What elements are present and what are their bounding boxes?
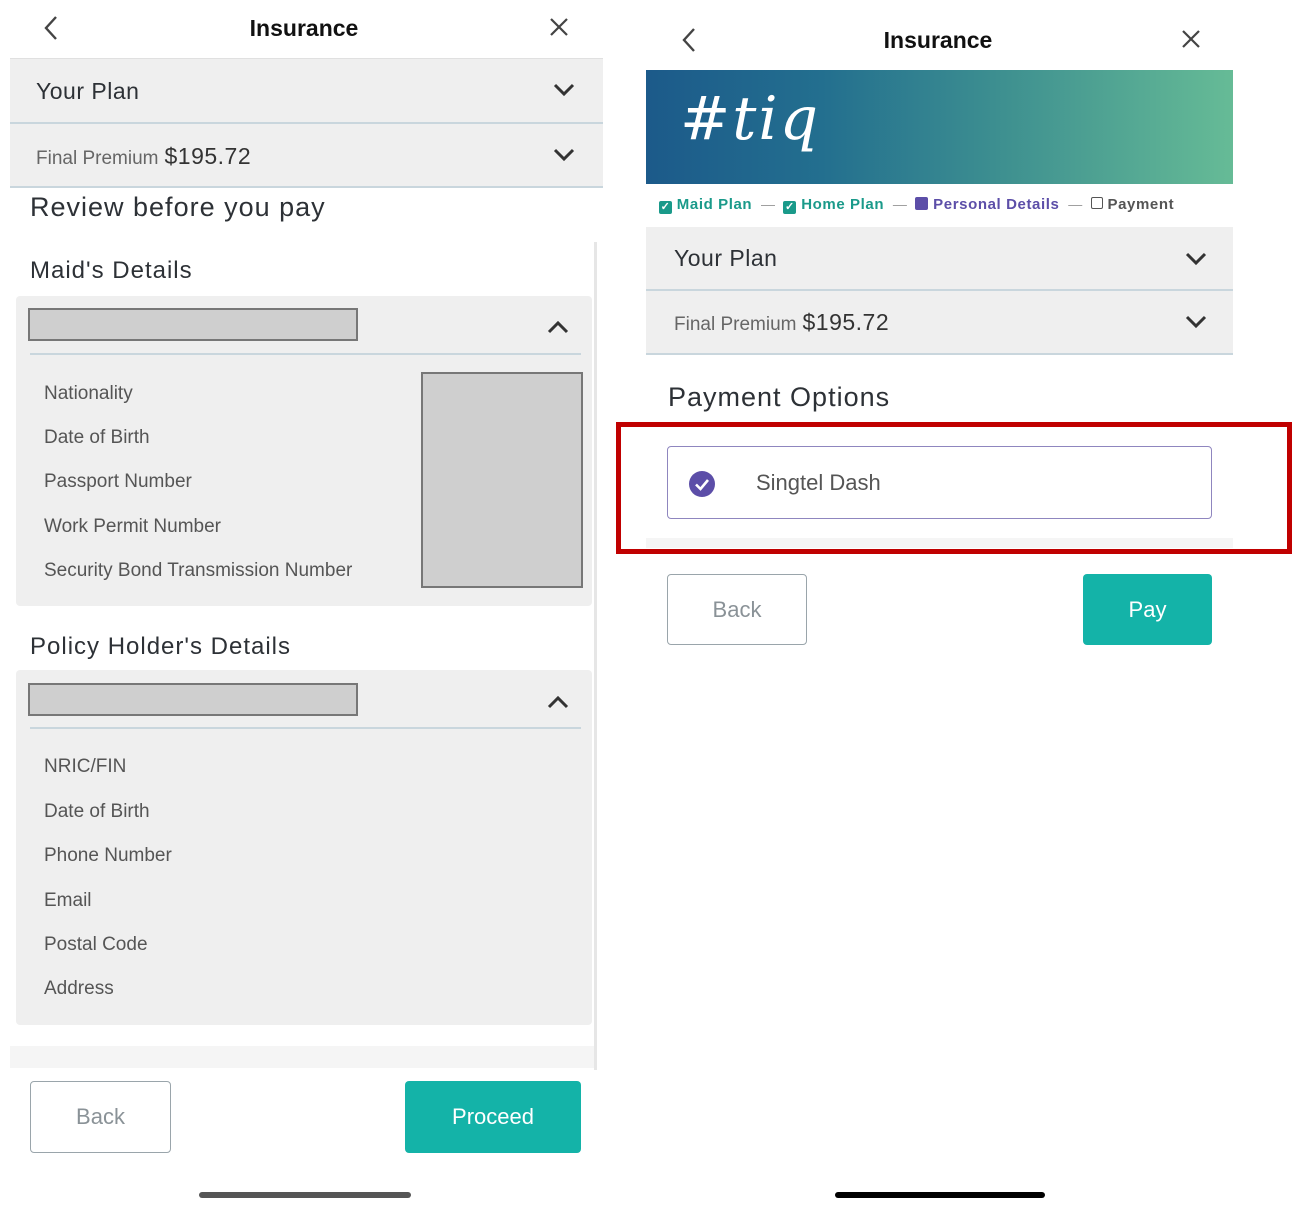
chevron-down-icon (553, 148, 575, 167)
field-email: Email (44, 890, 92, 911)
your-plan-dropdown[interactable]: Your Plan (10, 58, 603, 124)
scrollbar[interactable] (594, 242, 597, 1070)
divider (30, 727, 581, 729)
proceed-button[interactable]: Proceed (405, 1081, 581, 1153)
redacted-name (28, 308, 358, 341)
selected-check-icon (689, 471, 715, 502)
payment-option-singtel-dash[interactable]: Singtel Dash (667, 446, 1212, 519)
step-maid-plan: ✓ Maid Plan (659, 196, 757, 214)
tiq-logo: #tiq (680, 84, 820, 154)
step-label: Personal Details (933, 196, 1060, 213)
field-nric-fin: NRIC/FIN (44, 756, 127, 777)
chevron-down-icon (553, 83, 575, 102)
home-indicator (835, 1192, 1045, 1198)
field-date-of-birth: Date of Birth (44, 427, 150, 448)
field-phone-number: Phone Number (44, 845, 172, 866)
footer-separator (10, 1046, 594, 1068)
final-premium-label: Final Premium (674, 314, 797, 335)
final-premium-value: $195.72 (802, 309, 890, 335)
payment-section-bg (646, 538, 1233, 548)
empty-box-icon (1090, 197, 1103, 209)
filled-box-icon (915, 197, 929, 210)
field-security-bond-number: Security Bond Transmission Number (44, 560, 353, 581)
chevron-down-icon (1185, 315, 1207, 334)
page-title: Insurance (249, 15, 359, 41)
field-postal-code: Postal Code (44, 934, 148, 955)
field-address: Address (44, 978, 114, 999)
step-label: Payment (1107, 196, 1175, 213)
field-date-of-birth: Date of Birth (44, 801, 150, 822)
redacted-name (28, 683, 358, 716)
your-plan-label: Your Plan (674, 245, 778, 271)
progress-stepper: ✓ Maid Plan — ✓ Home Plan — Personal Det… (659, 196, 1229, 216)
step-payment: Payment (1090, 196, 1175, 213)
redacted-photo (421, 372, 583, 588)
final-premium-dropdown[interactable]: Final Premium $195.72 (10, 124, 603, 188)
payment-options-heading: Payment Options (668, 382, 891, 412)
review-heading: Review before you pay (30, 192, 326, 222)
chevron-down-icon (1185, 252, 1207, 271)
back-button[interactable]: Back (667, 574, 807, 645)
field-passport-number: Passport Number (44, 471, 192, 492)
back-chevron-icon[interactable] (40, 14, 64, 42)
policy-holder-heading: Policy Holder's Details (30, 633, 291, 660)
final-premium: Final Premium $195.72 (36, 143, 251, 170)
home-indicator (199, 1192, 411, 1198)
chevron-up-icon[interactable] (547, 695, 569, 714)
payment-option-label: Singtel Dash (756, 470, 881, 495)
pay-button[interactable]: Pay (1083, 574, 1212, 645)
brand-banner: #tiq (646, 70, 1233, 184)
step-connector: — (1068, 196, 1083, 212)
policy-holder-card: NRIC/FIN Date of Birth Phone Number Emai… (16, 670, 592, 1025)
checked-box-icon: ✓ (659, 201, 672, 214)
step-connector: — (760, 196, 775, 212)
your-plan-label: Your Plan (36, 78, 140, 104)
page-title: Insurance (883, 27, 993, 53)
your-plan-dropdown[interactable]: Your Plan (646, 227, 1233, 291)
field-nationality: Nationality (44, 383, 133, 404)
final-premium-label: Final Premium (36, 148, 159, 169)
checked-box-icon: ✓ (783, 201, 797, 214)
step-personal-details: Personal Details (915, 196, 1064, 213)
final-premium: Final Premium $195.72 (674, 309, 889, 336)
chevron-up-icon[interactable] (547, 320, 569, 339)
final-premium-dropdown[interactable]: Final Premium $195.72 (646, 291, 1233, 355)
close-icon[interactable] (1180, 28, 1202, 50)
maid-details-heading: Maid's Details (30, 257, 193, 284)
field-work-permit-number: Work Permit Number (44, 516, 222, 537)
final-premium-value: $195.72 (164, 143, 252, 169)
divider (30, 353, 581, 355)
close-icon[interactable] (548, 16, 570, 38)
step-connector: — (892, 196, 907, 212)
maid-details-card: Nationality Date of Birth Passport Numbe… (16, 296, 592, 606)
back-chevron-icon[interactable] (678, 26, 702, 54)
back-button[interactable]: Back (30, 1081, 171, 1153)
step-home-plan: ✓ Home Plan (783, 196, 888, 214)
step-label: Home Plan (801, 196, 885, 213)
step-label: Maid Plan (676, 196, 753, 213)
